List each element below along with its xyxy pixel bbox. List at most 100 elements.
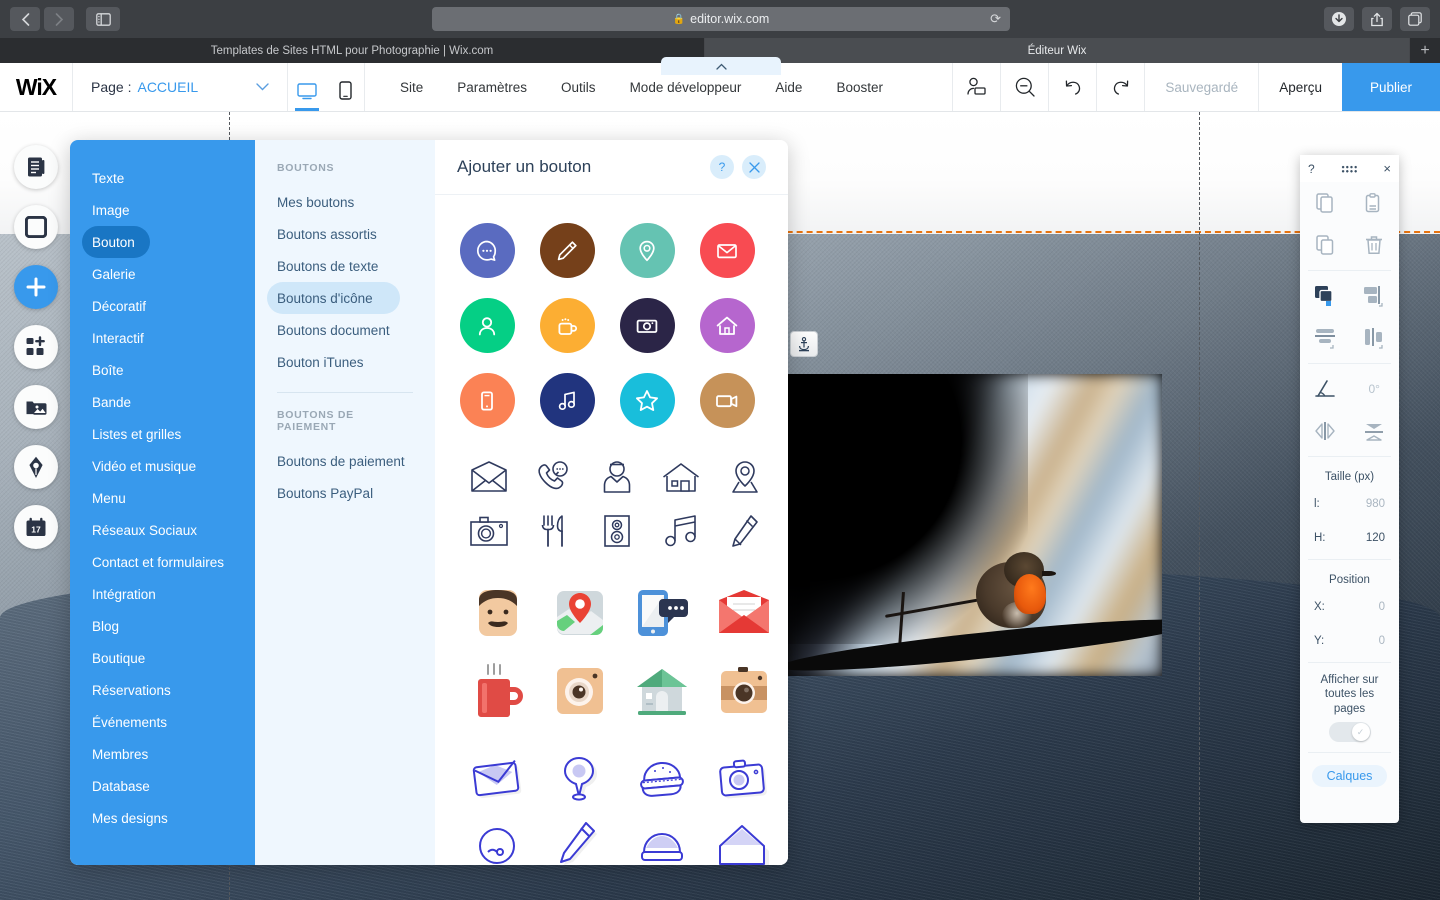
sidebar-item-bookings[interactable]: 17 [14, 505, 58, 549]
icon-button-video-camera[interactable] [687, 363, 767, 438]
icon-button-sketch-burger[interactable] [621, 744, 703, 814]
icon-button-photo-camera[interactable] [457, 504, 521, 558]
category-membres[interactable]: Membres [70, 738, 255, 770]
page-selector[interactable]: Page : ACCUEIL [73, 63, 288, 111]
align-center-button[interactable] [1350, 317, 1400, 359]
category-interactif[interactable]: Interactif [70, 322, 255, 354]
dev-mode-pill[interactable] [661, 57, 781, 75]
icon-button-home[interactable] [687, 288, 767, 363]
category-video-et-musique[interactable]: Vidéo et musique [70, 450, 255, 482]
zoom-out-button[interactable] [1000, 63, 1048, 111]
icon-button-fork-knife[interactable] [521, 504, 585, 558]
icon-button-pencil-outline[interactable] [713, 504, 777, 558]
icon-button-star[interactable] [607, 363, 687, 438]
drag-handle-icon[interactable] [1315, 164, 1384, 173]
icon-button-open-envelope[interactable] [457, 450, 521, 504]
forward-button[interactable] [44, 7, 74, 31]
category-contact-et-formulaires[interactable]: Contact et formulaires [70, 546, 255, 578]
icon-button-sketch-dome[interactable] [621, 814, 703, 865]
icon-button-red-envelope[interactable] [703, 574, 785, 652]
icon-button-sketch-roof[interactable] [703, 814, 785, 865]
close-button[interactable] [742, 155, 766, 179]
back-button[interactable] [10, 7, 40, 31]
icon-button-phone-chat[interactable] [521, 450, 585, 504]
icon-button-sketch-circle[interactable] [457, 814, 539, 865]
icon-button-envelope[interactable] [687, 213, 767, 288]
category-database[interactable]: Database [70, 770, 255, 802]
browser-tab-0[interactable]: Templates de Sites HTML pour Photographi… [0, 38, 705, 63]
category-decoratif[interactable]: Décoratif [70, 290, 255, 322]
category-menu[interactable]: Menu [70, 482, 255, 514]
category-galerie[interactable]: Galerie [70, 258, 255, 290]
icon-button-music-note[interactable] [527, 363, 607, 438]
publish-button[interactable]: Publier [1341, 63, 1440, 111]
element-toolbar-panel[interactable]: ? × 0° Taille (px) l: 980 H: 120 Positio… [1300, 155, 1399, 823]
subcategory-boutons-de-paiement[interactable]: Boutons de paiement [255, 445, 435, 477]
icon-button-music-notes[interactable] [649, 504, 713, 558]
menu-item-outils[interactable]: Outils [544, 63, 613, 111]
help-button[interactable]: ? [1308, 162, 1315, 176]
tabs-overview-button[interactable] [1400, 7, 1430, 31]
sidebar-toggle-button[interactable] [86, 7, 120, 31]
user-roles-button[interactable] [952, 63, 1000, 111]
tab-desktop-view[interactable] [288, 63, 326, 111]
rotation-button[interactable] [1300, 368, 1350, 410]
icon-button-coffee-cup[interactable] [527, 288, 607, 363]
copy-button[interactable] [1300, 182, 1350, 224]
subcategory-boutons-dicone[interactable]: Boutons d'icône [267, 282, 400, 314]
category-boutique[interactable]: Boutique [70, 642, 255, 674]
menu-item-parametres[interactable]: Paramètres [440, 63, 544, 111]
width-field[interactable]: l: 980 [1300, 487, 1399, 521]
icon-button-sketch-envelope[interactable] [457, 744, 539, 814]
icon-button-speaker[interactable] [585, 504, 649, 558]
sidebar-item-add[interactable] [14, 265, 58, 309]
position-x-field[interactable]: X: 0 [1300, 590, 1399, 624]
subcategory-mes-boutons[interactable]: Mes boutons [255, 186, 435, 218]
icon-button-camera[interactable] [607, 288, 687, 363]
preview-button[interactable]: Aperçu [1258, 63, 1342, 111]
tab-mobile-view[interactable] [326, 63, 364, 111]
arrange-button[interactable] [1300, 275, 1350, 317]
flip-vertical-button[interactable] [1350, 410, 1400, 452]
icon-button-pencil[interactable] [527, 213, 607, 288]
add-element-panel[interactable]: Texte Image Bouton Galerie Décoratif Int… [70, 140, 788, 865]
bird-on-branch-photo[interactable] [788, 374, 1162, 676]
icon-button-chat-bubble[interactable] [447, 213, 527, 288]
subcategory-bouton-itunes[interactable]: Bouton iTunes [255, 346, 435, 378]
icon-button-coffee-mug[interactable] [457, 652, 539, 730]
help-button[interactable]: ? [710, 155, 734, 179]
subcategory-boutons-assortis[interactable]: Boutons assortis [255, 218, 435, 250]
icon-button-vintage-camera[interactable] [703, 652, 785, 730]
icon-button-instant-camera[interactable] [539, 652, 621, 730]
category-bouton[interactable]: Bouton [82, 226, 150, 258]
sidebar-item-media[interactable] [14, 385, 58, 429]
category-reservations[interactable]: Réservations [70, 674, 255, 706]
flip-horizontal-button[interactable] [1300, 410, 1350, 452]
category-listes-et-grilles[interactable]: Listes et grilles [70, 418, 255, 450]
icon-button-sketch-pencil[interactable] [539, 814, 621, 865]
share-button[interactable] [1362, 7, 1392, 31]
address-bar[interactable]: 🔒 editor.wix.com ⟳ [432, 7, 1010, 31]
subcategory-boutons-document[interactable]: Boutons document [255, 314, 435, 346]
sidebar-item-pages[interactable] [14, 145, 58, 189]
reload-icon[interactable]: ⟳ [990, 11, 1001, 27]
category-boite[interactable]: Boîte [70, 354, 255, 386]
icon-button-map-location[interactable] [539, 574, 621, 652]
browser-tab-1[interactable]: Éditeur Wix [705, 38, 1410, 63]
category-evenements[interactable]: Événements [70, 706, 255, 738]
icon-button-sketch-camera[interactable] [703, 744, 785, 814]
subcategory-boutons-paypal[interactable]: Boutons PayPal [255, 477, 435, 509]
downloads-button[interactable] [1324, 7, 1354, 31]
duplicate-button[interactable] [1300, 224, 1350, 266]
icon-button-moustache-man[interactable] [457, 574, 539, 652]
category-mes-designs[interactable]: Mes designs [70, 802, 255, 834]
layers-button[interactable]: Calques [1312, 765, 1387, 788]
icon-button-sketch-pin[interactable] [539, 744, 621, 814]
icon-button-house[interactable] [649, 450, 713, 504]
position-y-field[interactable]: Y: 0 [1300, 624, 1399, 658]
category-reseaux-sociaux[interactable]: Réseaux Sociaux [70, 514, 255, 546]
anchor-button[interactable] [790, 331, 818, 357]
wix-logo[interactable]: WiX [0, 63, 73, 111]
show-all-pages-toggle[interactable]: ✓ [1328, 722, 1371, 743]
icon-button-user[interactable] [447, 288, 527, 363]
